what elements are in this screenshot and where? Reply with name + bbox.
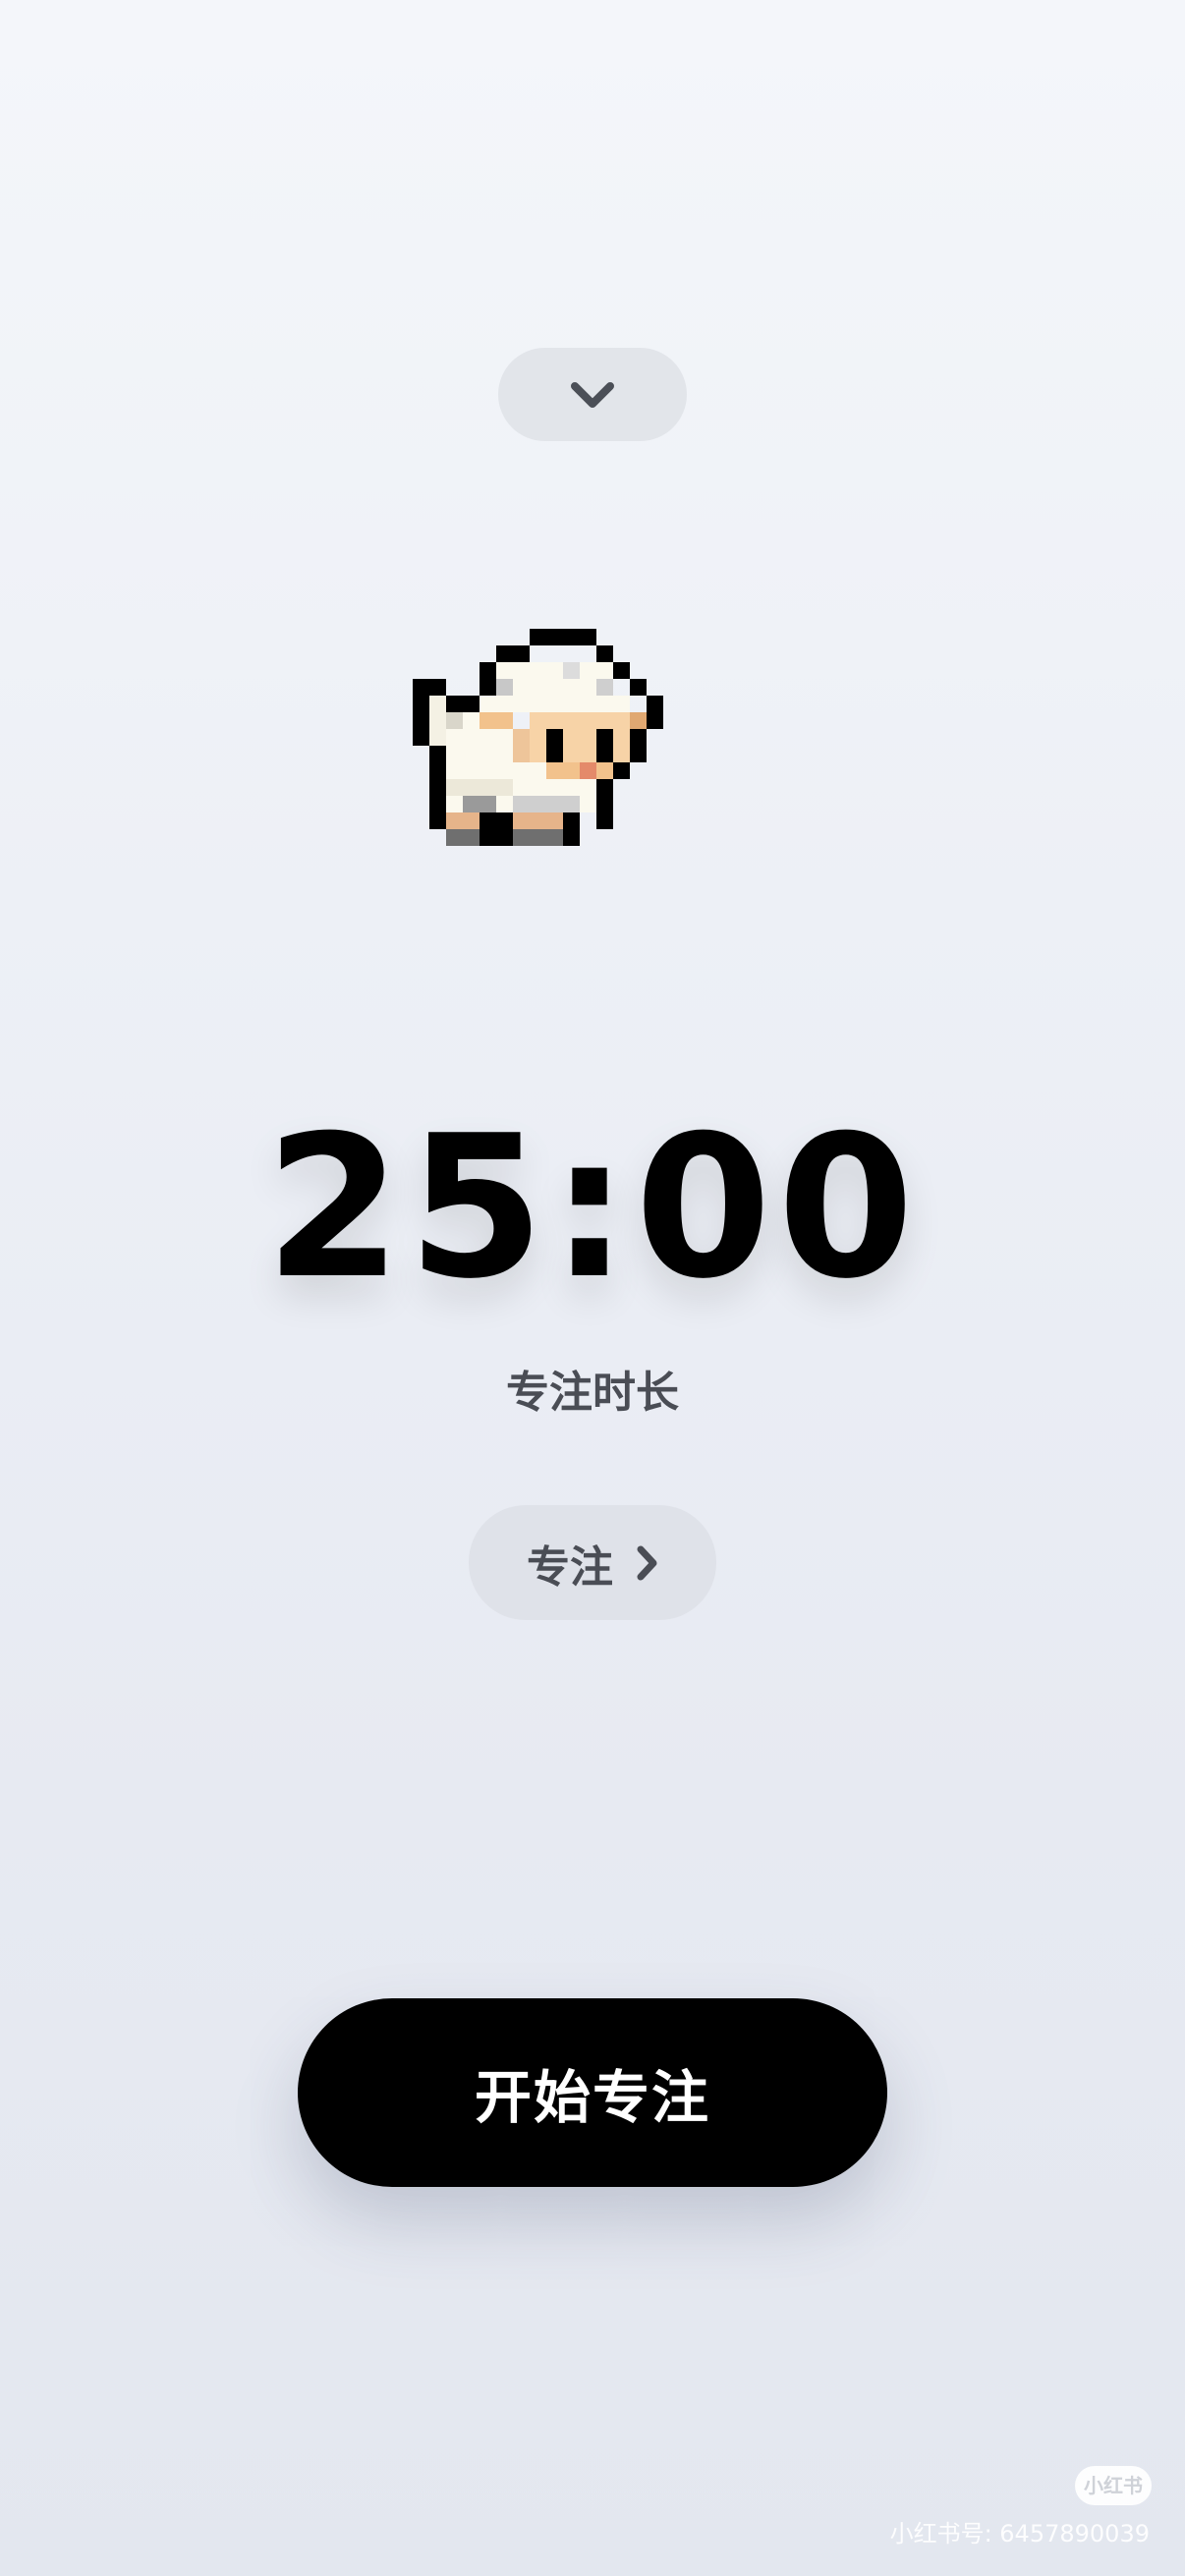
start-focus-label: 开始专注 [474, 2064, 710, 2131]
timer-display: 25:00 [264, 1093, 921, 1322]
pixel-sheep-icon [413, 629, 663, 846]
mode-selector-button[interactable]: 专注 [469, 1505, 716, 1620]
watermark-text: 小红书号: 6457890039 [889, 2520, 1150, 2548]
timer-label: 专注时长 [506, 1368, 679, 1418]
chevron-down-icon [571, 381, 614, 408]
watermark-logo: 小红书 [1075, 2466, 1152, 2505]
mode-label: 专注 [527, 1541, 613, 1593]
collapse-button[interactable] [498, 348, 687, 441]
chevron-right-icon [637, 1545, 657, 1580]
sheep-illustration [413, 629, 780, 963]
start-focus-button[interactable]: 开始专注 [298, 1998, 887, 2187]
